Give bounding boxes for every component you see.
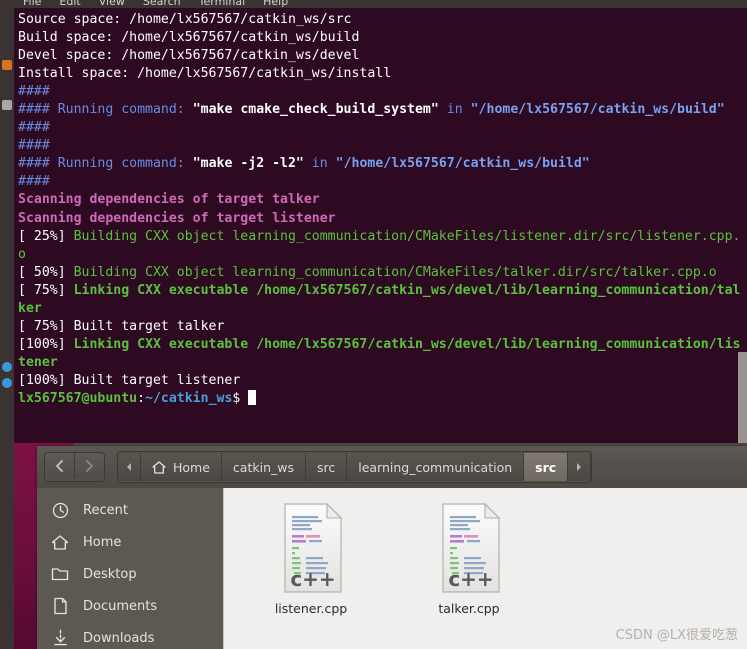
- breadcrumb-src-active-label: src: [535, 459, 557, 475]
- unity-launcher[interactable]: [0, 0, 14, 649]
- breadcrumb: Home catkin_ws src learning_communicatio…: [117, 451, 593, 483]
- term-line-running-1-in: in: [446, 102, 463, 118]
- file-manager-toolbar: Home catkin_ws src learning_communicatio…: [37, 446, 747, 488]
- launcher-app-icon-2[interactable]: [2, 100, 12, 110]
- term-line-running-1-cmd: "make cmake_check_build_system": [192, 102, 439, 118]
- term-line-running-2-hash: #### Running command:: [18, 156, 185, 172]
- sidebar-item-downloads-label: Downloads: [83, 630, 155, 646]
- file-manager-sidebar: Recent Home Desktop Documents Downloads: [37, 488, 223, 649]
- term-line-scanning-talker: Scanning dependencies of target talker: [18, 192, 320, 208]
- term-line-100-text: Linking CXX executable /home/lx567567/ca…: [18, 336, 741, 370]
- cpp-source-file-icon: c++: [429, 500, 509, 596]
- breadcrumb-src[interactable]: src: [305, 453, 348, 481]
- term-line-75-pct: [ 75%]: [18, 282, 66, 298]
- sidebar-item-recent-label: Recent: [83, 502, 128, 518]
- terminal-cursor: [248, 389, 257, 405]
- file-name-label: talker.cpp: [438, 601, 500, 616]
- terminal-output[interactable]: Source space: /home/lx567567/catkin_ws/s…: [14, 9, 747, 443]
- svg-text:c++: c++: [290, 567, 335, 591]
- term-line-25-pct: [ 25%]: [18, 228, 66, 244]
- sidebar-item-home[interactable]: Home: [37, 526, 223, 558]
- document-icon: [47, 597, 73, 615]
- prompt-sign: $: [232, 390, 241, 406]
- menu-edit[interactable]: Edit: [50, 0, 89, 8]
- term-line-build-space: Build space: /home/lx567567/catkin_ws/bu…: [18, 30, 360, 46]
- term-line-running-2-in: in: [311, 156, 328, 172]
- csdn-watermark: CSDN @LX很爱吃葱: [615, 628, 738, 643]
- menu-view[interactable]: View: [90, 0, 134, 8]
- list-item[interactable]: c++ listener.cpp: [246, 500, 376, 616]
- term-line-running-1-path: "/home/lx567567/catkin_ws/build": [470, 102, 725, 118]
- sidebar-item-desktop[interactable]: Desktop: [37, 558, 223, 590]
- chevron-left-icon: [125, 460, 133, 475]
- breadcrumb-home[interactable]: Home: [141, 453, 222, 481]
- breadcrumb-catkin-ws[interactable]: catkin_ws: [221, 453, 306, 481]
- sidebar-item-downloads[interactable]: Downloads: [37, 622, 223, 649]
- term-line-running-1-hash: #### Running command:: [18, 102, 185, 118]
- term-line-25-text: Building CXX object learning_communicati…: [18, 228, 741, 262]
- term-line-hash-1: ####: [18, 84, 50, 100]
- back-button[interactable]: [45, 453, 75, 479]
- term-line-50-pct: [ 50%]: [18, 264, 66, 280]
- breadcrumb-catkin-ws-label: catkin_ws: [232, 459, 294, 475]
- sidebar-item-documents-label: Documents: [83, 598, 158, 614]
- file-name-label: listener.cpp: [274, 601, 348, 616]
- menu-search[interactable]: Search: [134, 0, 190, 8]
- chevron-right-icon: [575, 460, 583, 475]
- terminal-menubar: File Edit View Search Terminal Help: [14, 0, 747, 8]
- menu-help[interactable]: Help: [254, 0, 297, 8]
- sidebar-item-desktop-label: Desktop: [83, 566, 137, 582]
- prompt-colon: :: [137, 390, 146, 406]
- folder-icon: [47, 566, 73, 582]
- list-item[interactable]: c++ talker.cpp: [404, 500, 534, 616]
- term-line-75-text: Linking CXX executable /home/lx567567/ca…: [18, 282, 741, 316]
- term-line-hash-4: ####: [18, 174, 50, 190]
- clock-icon: [47, 502, 73, 519]
- navigation-button-group: [44, 452, 105, 482]
- prompt-user: lx567567@ubuntu: [18, 390, 138, 406]
- launcher-app-icon-1[interactable]: [2, 60, 12, 70]
- cpp-source-file-icon: c++: [271, 500, 351, 596]
- breadcrumb-scroll-left[interactable]: [118, 453, 141, 481]
- sidebar-item-home-label: Home: [83, 534, 122, 550]
- launcher-app-icon-4[interactable]: [2, 378, 12, 388]
- forward-button[interactable]: [75, 453, 104, 479]
- back-arrow-icon: [53, 459, 66, 473]
- term-line-running-2-path: "/home/lx567567/catkin_ws/build": [335, 156, 590, 172]
- breadcrumb-src-active[interactable]: src: [524, 453, 569, 481]
- breadcrumb-scroll-right[interactable]: [568, 453, 592, 481]
- term-line-100-pct: [100%]: [18, 336, 66, 352]
- term-line-built-listener: [100%] Built target listener: [18, 372, 241, 388]
- term-line-source-space: Source space: /home/lx567567/catkin_ws/s…: [18, 12, 352, 27]
- forward-arrow-icon: [83, 459, 96, 473]
- term-line-hash-2: ####: [18, 120, 50, 136]
- breadcrumb-learning-communication-label: learning_communication: [358, 459, 513, 475]
- term-line-50-text: Building CXX object learning_communicati…: [65, 264, 717, 280]
- term-line-install-space: Install space: /home/lx567567/catkin_ws/…: [18, 66, 392, 82]
- term-line-devel-space: Devel space: /home/lx567567/catkin_ws/de…: [18, 48, 360, 64]
- home-icon: [47, 534, 73, 551]
- terminal-scrollbar[interactable]: [738, 352, 747, 443]
- home-icon: [152, 460, 166, 474]
- term-line-built-talker: [ 75%] Built target talker: [18, 318, 225, 334]
- terminal-window[interactable]: File Edit View Search Terminal Help Source sp…: [14, 0, 747, 443]
- menu-file[interactable]: File: [14, 0, 50, 8]
- breadcrumb-src-label: src: [316, 459, 336, 475]
- sidebar-item-recent[interactable]: Recent: [37, 494, 223, 526]
- breadcrumb-learning-communication[interactable]: learning_communication: [347, 453, 525, 481]
- term-line-running-2-cmd: "make -j2 -l2": [192, 156, 304, 172]
- breadcrumb-home-label: Home: [173, 459, 210, 475]
- download-icon: [47, 629, 73, 647]
- svg-text:c++: c++: [448, 567, 493, 591]
- prompt-path: ~/catkin_ws: [145, 390, 233, 406]
- launcher-app-icon-3[interactable]: [2, 362, 12, 372]
- menu-terminal[interactable]: Terminal: [190, 0, 255, 8]
- term-line-scanning-listener: Scanning dependencies of target listener: [18, 210, 336, 226]
- file-manager-window[interactable]: Home catkin_ws src learning_communicatio…: [37, 446, 747, 649]
- sidebar-item-documents[interactable]: Documents: [37, 590, 223, 622]
- term-line-hash-3: ####: [18, 138, 50, 154]
